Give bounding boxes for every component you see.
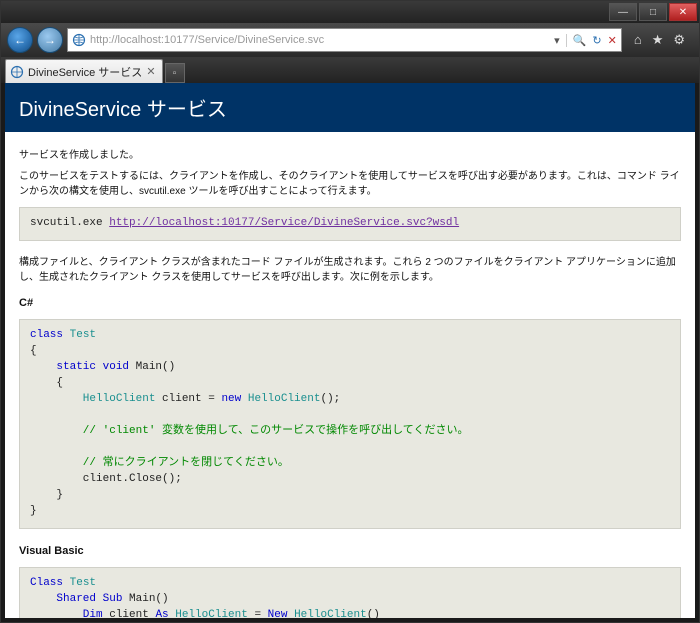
minimize-button[interactable]: — <box>609 3 637 21</box>
csharp-label: C# <box>19 295 681 312</box>
page-viewport: DivineService サービス サービスを作成しました。 このサービスをテ… <box>5 83 695 618</box>
code-token: Sub <box>96 593 122 605</box>
code-token: Dim <box>30 609 103 618</box>
home-icon[interactable]: ⌂ <box>634 32 642 48</box>
title-bar: — □ ✕ <box>1 1 699 23</box>
code-token: Main() <box>122 593 168 605</box>
vb-code-box: Class Test Shared Sub Main() Dim client … <box>19 567 681 618</box>
code-token: Test <box>63 329 96 341</box>
new-tab-button[interactable]: ▫ <box>165 63 185 83</box>
url-dropdown-icon[interactable]: ▾ <box>554 34 560 47</box>
tab-close-icon[interactable]: ✕ <box>146 65 155 78</box>
code-token: client.Close(); <box>30 473 182 485</box>
address-bar[interactable]: http://localhost:10177/Service/DivineSer… <box>67 28 622 52</box>
tab-bar: DivineService サービス ✕ ▫ <box>1 57 699 83</box>
code-token: new <box>221 393 241 405</box>
tab-active[interactable]: DivineService サービス ✕ <box>5 59 163 83</box>
search-icon[interactable]: 🔍 <box>566 34 587 47</box>
code-token: () <box>367 609 380 618</box>
code-token: static <box>30 361 96 373</box>
code-token: = <box>248 609 268 618</box>
back-button[interactable]: ← <box>7 27 33 53</box>
code-token: HelloClient <box>30 393 155 405</box>
csharp-code-box: class Test { static void Main() { HelloC… <box>19 319 681 528</box>
code-token: Shared <box>30 593 96 605</box>
toolbar-icons: ⌂ ★ ⚙ <box>626 32 693 48</box>
code-token: client <box>103 609 156 618</box>
code-token: HelloClient <box>287 609 366 618</box>
svcutil-command-box: svcutil.exe http://localhost:10177/Servi… <box>19 207 681 241</box>
code-token: class <box>30 329 63 341</box>
code-token: { <box>30 377 63 389</box>
code-comment: // 常にクライアントを閉じてください。 <box>30 457 289 469</box>
code-token: Class <box>30 577 63 589</box>
url-text: http://localhost:10177/Service/DivineSer… <box>90 34 550 46</box>
tab-title: DivineService サービス <box>28 64 142 80</box>
code-token: void <box>96 361 129 373</box>
wsdl-link[interactable]: http://localhost:10177/Service/DivineSer… <box>109 217 459 229</box>
forward-button[interactable]: → <box>37 27 63 53</box>
code-token: { <box>30 345 37 357</box>
page-body: DivineService サービス サービスを作成しました。 このサービスをテ… <box>5 83 695 618</box>
code-token: HelloClient <box>169 609 248 618</box>
code-token: Main() <box>129 361 175 373</box>
close-button[interactable]: ✕ <box>669 3 697 21</box>
maximize-button[interactable]: □ <box>639 3 667 21</box>
favorites-icon[interactable]: ★ <box>652 32 664 48</box>
nav-bar: ← → http://localhost:10177/Service/Divin… <box>1 23 699 57</box>
settings-gear-icon[interactable]: ⚙ <box>673 32 685 48</box>
page-favicon <box>72 33 86 47</box>
code-token: New <box>268 609 288 618</box>
vb-label: Visual Basic <box>19 543 681 560</box>
window-controls: — □ ✕ <box>609 3 699 21</box>
client-files-text: 構成ファイルと、クライアント クラスが含まれたコード ファイルが生成されます。こ… <box>19 255 681 285</box>
address-right: ▾ 🔍 ↻ ✕ <box>554 34 617 47</box>
tab-favicon <box>10 65 24 79</box>
page-title: DivineService サービス <box>5 83 695 132</box>
service-created-text: サービスを作成しました。 <box>19 148 681 163</box>
code-comment: // 'client' 変数を使用して、このサービスで操作を呼び出してください。 <box>30 425 468 437</box>
code-token: client = <box>155 393 221 405</box>
page-content: サービスを作成しました。 このサービスをテストするには、クライアントを作成し、そ… <box>5 132 695 618</box>
browser-window: — □ ✕ ← → http://localhost:10177/Service… <box>0 0 700 623</box>
code-token: As <box>155 609 168 618</box>
stop-icon[interactable]: ✕ <box>608 34 617 47</box>
code-token: Test <box>63 577 96 589</box>
code-token: (); <box>320 393 340 405</box>
refresh-icon[interactable]: ↻ <box>592 34 601 47</box>
code-token: HelloClient <box>241 393 320 405</box>
test-instructions: このサービスをテストするには、クライアントを作成し、そのクライアントを使用してサ… <box>19 169 681 199</box>
code-token: } <box>30 505 37 517</box>
svcutil-cmd: svcutil.exe <box>30 217 109 229</box>
code-token: } <box>30 489 63 501</box>
